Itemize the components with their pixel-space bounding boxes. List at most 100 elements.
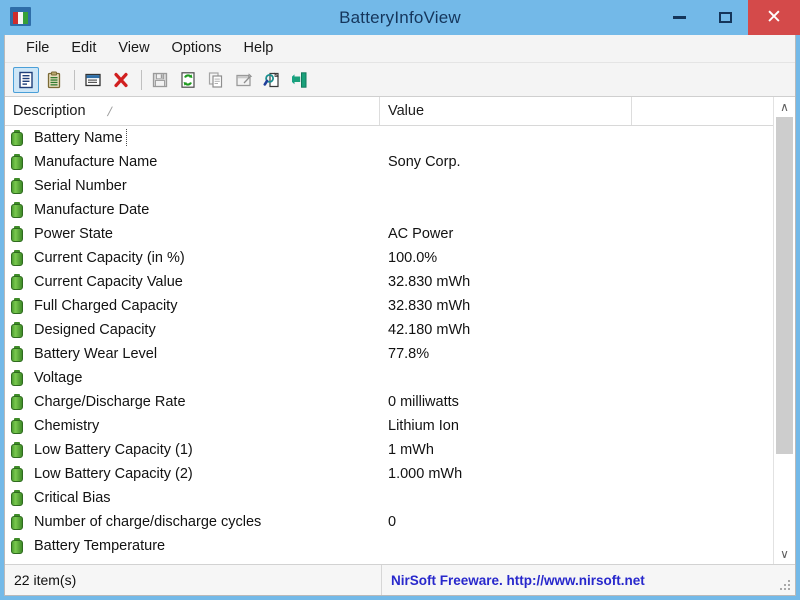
minimize-button[interactable] xyxy=(656,0,702,35)
battery-icon xyxy=(11,274,23,290)
table-row[interactable]: Serial Number xyxy=(5,174,773,198)
table-row[interactable]: Current Capacity Value32.830 mWh xyxy=(5,270,773,294)
list-header: Description / Value xyxy=(5,97,773,126)
battery-icon xyxy=(11,202,23,218)
vertical-scrollbar[interactable]: ∧ ∨ xyxy=(773,97,795,564)
refresh-button[interactable] xyxy=(175,67,201,93)
table-row[interactable]: Manufacture Date xyxy=(5,198,773,222)
row-description: Critical Bias xyxy=(31,489,388,507)
column-header-value-label: Value xyxy=(388,103,424,119)
row-description: Battery Wear Level xyxy=(31,345,388,363)
copy-icon xyxy=(207,71,225,89)
status-item-count: 22 item(s) xyxy=(5,565,382,595)
exit-icon xyxy=(291,71,309,89)
properties-window-icon xyxy=(235,71,253,89)
copy-button[interactable] xyxy=(203,67,229,93)
battery-icon xyxy=(11,514,23,530)
status-credit[interactable]: NirSoft Freeware. http://www.nirsoft.net xyxy=(382,565,795,595)
battery-icon xyxy=(11,178,23,194)
row-description: Low Battery Capacity (1) xyxy=(31,441,388,459)
row-value: 42.180 mWh xyxy=(388,322,773,338)
clipboard-icon xyxy=(45,71,63,89)
refresh-icon xyxy=(179,71,197,89)
title-bar[interactable]: BatteryInfoView ✕ xyxy=(0,0,800,35)
table-row[interactable]: ChemistryLithium Ion xyxy=(5,414,773,438)
menu-file[interactable]: File xyxy=(15,37,60,60)
list-rows: Battery Name Manufacture NameSony Corp. Se… xyxy=(5,126,773,564)
row-description: Serial Number xyxy=(31,177,388,195)
row-value: 77.8% xyxy=(388,346,773,362)
status-bar: 22 item(s) NirSoft Freeware. http://www.… xyxy=(5,564,795,595)
properties-button[interactable] xyxy=(13,67,39,93)
resize-grip[interactable] xyxy=(780,580,792,592)
menu-view[interactable]: View xyxy=(107,37,160,60)
battery-icon xyxy=(11,298,23,314)
maximize-button[interactable] xyxy=(702,0,748,35)
row-description: Designed Capacity xyxy=(31,321,388,339)
list-view: Description / Value Battery Name Manufact… xyxy=(5,97,795,564)
menu-options[interactable]: Options xyxy=(161,37,233,60)
row-description: Charge/Discharge Rate xyxy=(31,393,388,411)
row-description: Battery Name xyxy=(31,129,388,147)
table-row[interactable]: Battery Name xyxy=(5,126,773,150)
column-header-description[interactable]: Description / xyxy=(5,97,380,125)
battery-log-button[interactable] xyxy=(41,67,67,93)
table-row[interactable]: Current Capacity (in %)100.0% xyxy=(5,246,773,270)
maximize-icon xyxy=(719,12,732,23)
row-description: Voltage xyxy=(31,369,388,387)
window-controls: ✕ xyxy=(656,0,800,35)
battery-icon xyxy=(11,418,23,434)
close-button[interactable]: ✕ xyxy=(748,0,800,35)
battery-icon xyxy=(11,322,23,338)
table-row[interactable]: Full Charged Capacity32.830 mWh xyxy=(5,294,773,318)
row-description: Current Capacity Value xyxy=(31,273,388,291)
toolbar xyxy=(5,63,795,97)
properties-window-button[interactable] xyxy=(231,67,257,93)
row-value: Lithium Ion xyxy=(388,418,773,434)
row-description: Number of charge/discharge cycles xyxy=(31,513,388,531)
table-row[interactable]: Battery Wear Level77.8% xyxy=(5,342,773,366)
table-row[interactable]: Number of charge/discharge cycles0 xyxy=(5,510,773,534)
scrollbar-track[interactable] xyxy=(774,117,795,544)
battery-icon xyxy=(11,442,23,458)
scrollbar-thumb[interactable] xyxy=(776,117,793,454)
row-description: Chemistry xyxy=(31,417,388,435)
row-description: Battery Temperature xyxy=(31,537,388,555)
table-row[interactable]: Battery Temperature xyxy=(5,534,773,558)
menu-edit[interactable]: Edit xyxy=(60,37,107,60)
table-row[interactable]: Low Battery Capacity (1)1 mWh xyxy=(5,438,773,462)
sort-ascending-icon: / xyxy=(106,104,113,119)
delete-button[interactable] xyxy=(108,67,134,93)
menu-help[interactable]: Help xyxy=(233,37,285,60)
row-value: 32.830 mWh xyxy=(388,298,773,314)
row-description: Manufacture Date xyxy=(31,201,388,219)
table-row[interactable]: Voltage xyxy=(5,366,773,390)
client-area: File Edit View Options Help xyxy=(4,35,796,596)
column-header-value[interactable]: Value xyxy=(380,97,632,125)
battery-icon xyxy=(11,154,23,170)
table-row[interactable]: Manufacture NameSony Corp. xyxy=(5,150,773,174)
html-report-button[interactable] xyxy=(80,67,106,93)
scroll-up-button[interactable]: ∧ xyxy=(774,97,795,117)
table-row[interactable]: Charge/Discharge Rate0 milliwatts xyxy=(5,390,773,414)
table-row[interactable]: Low Battery Capacity (2)1.000 mWh xyxy=(5,462,773,486)
battery-icon xyxy=(11,370,23,386)
save-button[interactable] xyxy=(147,67,173,93)
table-row[interactable]: Power StateAC Power xyxy=(5,222,773,246)
table-row[interactable]: Designed Capacity42.180 mWh xyxy=(5,318,773,342)
close-icon: ✕ xyxy=(766,8,782,27)
battery-icon xyxy=(11,490,23,506)
application-window: BatteryInfoView ✕ File Edit View Options… xyxy=(0,0,800,600)
scroll-down-button[interactable]: ∨ xyxy=(774,544,795,564)
delete-icon xyxy=(112,71,130,89)
row-value: 0 xyxy=(388,514,773,530)
find-button[interactable] xyxy=(259,67,285,93)
battery-icon xyxy=(11,466,23,482)
table-row[interactable]: Critical Bias xyxy=(5,486,773,510)
exit-button[interactable] xyxy=(287,67,313,93)
toolbar-separator xyxy=(141,70,142,90)
html-report-icon xyxy=(84,71,102,89)
battery-icon xyxy=(11,346,23,362)
row-value: AC Power xyxy=(388,226,773,242)
minimize-icon xyxy=(673,16,686,19)
